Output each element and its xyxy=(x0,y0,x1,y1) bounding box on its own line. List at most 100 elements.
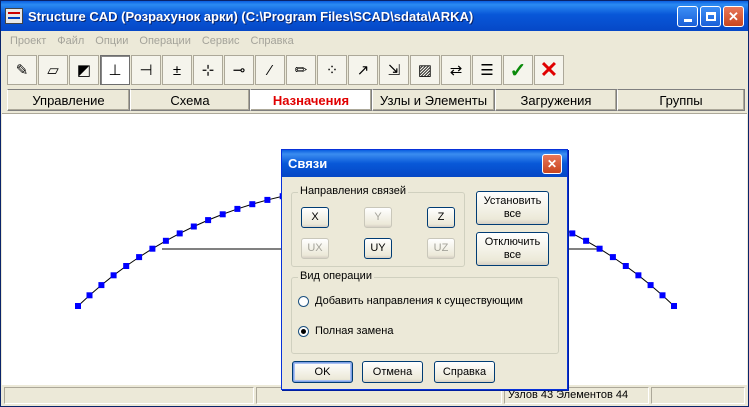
menu-project[interactable]: Проект xyxy=(5,35,52,47)
radio-add-label: Добавить направления к существующим xyxy=(315,295,523,307)
maximize-button[interactable] xyxy=(700,6,721,27)
tab-scheme[interactable]: Схема xyxy=(130,89,250,111)
list-icon: ☰ xyxy=(480,62,494,79)
magic-wand-icon: ⁄ xyxy=(268,61,272,79)
app-window: Structure CAD (Розрахунок арки) (C:\Prog… xyxy=(0,0,749,407)
node-marker[interactable] xyxy=(190,223,197,230)
ok-button[interactable]: OK xyxy=(292,361,353,383)
close-icon: ✕ xyxy=(728,8,739,24)
toolbar-button-10[interactable]: ✏ xyxy=(286,55,316,85)
minimize-button[interactable] xyxy=(677,6,698,27)
menu-options[interactable]: Опции xyxy=(90,35,134,47)
tab-groups[interactable]: Группы xyxy=(617,89,745,111)
node-marker[interactable] xyxy=(205,217,212,224)
toolbar-button-17[interactable]: ✓ xyxy=(503,55,533,85)
tab-control[interactable]: Управление xyxy=(7,89,130,111)
direction-uy-button[interactable]: UY xyxy=(364,238,392,259)
node-marker[interactable] xyxy=(671,303,677,309)
toolbar-button-11[interactable]: ⁘ xyxy=(317,55,347,85)
toolbar-button-13[interactable]: ⇲ xyxy=(379,55,409,85)
node-marker[interactable] xyxy=(86,292,93,299)
toolbar-button-8[interactable]: ⊸ xyxy=(224,55,254,85)
node-marker[interactable] xyxy=(622,263,629,269)
node-marker[interactable] xyxy=(176,230,183,237)
direction-z-button[interactable]: Z xyxy=(427,207,455,228)
joint-tool-icon: ⊣ xyxy=(139,62,153,79)
apply-check-icon: ✓ xyxy=(509,59,527,82)
toolbar-button-6[interactable]: ± xyxy=(162,55,192,85)
toolbar-button-18[interactable]: ✕ xyxy=(534,55,564,85)
node-marker[interactable] xyxy=(596,245,603,252)
clear-all-button[interactable]: Отключить все xyxy=(476,232,549,266)
radio-add-directions[interactable]: Добавить направления к существующим xyxy=(298,295,523,307)
node-marker[interactable] xyxy=(264,196,271,203)
cancel-x-icon: ✕ xyxy=(539,57,559,82)
toolbar-button-5[interactable]: ⊣ xyxy=(131,55,161,85)
radio-full-replace[interactable]: Полная замена xyxy=(298,325,393,337)
toolbar-button-3[interactable]: ◩ xyxy=(69,55,99,85)
node-marker[interactable] xyxy=(136,254,143,261)
toolbar-button-4[interactable]: ⊥ xyxy=(100,55,130,85)
color-fill-icon: ▨ xyxy=(417,62,433,79)
radio-add-indicator[interactable] xyxy=(298,295,309,307)
title-bar[interactable]: Structure CAD (Розрахунок арки) (C:\Prog… xyxy=(1,1,748,31)
close-button[interactable]: ✕ xyxy=(723,6,744,27)
status-cell-4 xyxy=(651,387,745,404)
direction-ux-button[interactable]: UX xyxy=(301,238,329,259)
node-marker[interactable] xyxy=(234,205,241,212)
app-icon[interactable] xyxy=(5,8,23,24)
radio-replace-indicator[interactable] xyxy=(298,325,309,337)
toolbar-button-16[interactable]: ☰ xyxy=(472,55,502,85)
operation-group: Вид операции xyxy=(291,270,559,354)
minimize-icon xyxy=(683,19,692,22)
node-marker[interactable] xyxy=(569,230,576,237)
toolbar-button-7[interactable]: ⊹ xyxy=(193,55,223,85)
toolbar-button-15[interactable]: ⇄ xyxy=(441,55,471,85)
pencil-tool-icon: ✎ xyxy=(15,62,29,79)
node-marker[interactable] xyxy=(659,292,666,299)
dialog-close-button[interactable]: ✕ xyxy=(542,154,562,174)
direction-y-button[interactable]: Y xyxy=(364,207,392,228)
node-marker[interactable] xyxy=(98,282,105,289)
toolbar-button-12[interactable]: ↗ xyxy=(348,55,378,85)
set-all-button[interactable]: Установить все xyxy=(476,191,549,225)
tab-loads[interactable]: Загружения xyxy=(495,89,617,111)
direction-uz-button[interactable]: UZ xyxy=(427,238,455,259)
release-icon: ⊸ xyxy=(232,62,246,79)
menu-service[interactable]: Сервис xyxy=(197,35,246,47)
toolbar-button-2[interactable]: ▱ xyxy=(38,55,68,85)
window-title: Structure CAD (Розрахунок арки) (C:\Prog… xyxy=(28,8,474,24)
help-button[interactable]: Справка xyxy=(434,361,495,383)
hinge-icon: ⊹ xyxy=(201,62,215,79)
node-marker[interactable] xyxy=(609,254,616,261)
edit-pencil-icon: ✏ xyxy=(294,62,308,79)
node-marker[interactable] xyxy=(75,303,81,309)
toolbar-button-14[interactable]: ▨ xyxy=(410,55,440,85)
dialog-title-bar[interactable]: Связи xyxy=(282,150,567,177)
close-icon: ✕ xyxy=(546,157,558,171)
node-marker[interactable] xyxy=(110,272,117,279)
toolbar-button-9[interactable]: ⁄ xyxy=(255,55,285,85)
insert-node-icon: ± xyxy=(172,61,182,79)
node-marker[interactable] xyxy=(219,211,226,218)
node-marker[interactable] xyxy=(583,237,590,244)
menu-help[interactable]: Справка xyxy=(246,35,300,47)
constraints-dialog: Связи ✕ Направления связей X Y Z UX UY U… xyxy=(281,149,568,390)
menu-file[interactable]: Файл xyxy=(52,35,90,47)
cancel-button[interactable]: Отмена xyxy=(362,361,423,383)
node-marker[interactable] xyxy=(149,245,156,252)
nodes-grid-icon: ⁘ xyxy=(325,62,339,79)
tab-assignments[interactable]: Назначения xyxy=(250,89,372,111)
local-axes-icon: ↗ xyxy=(356,62,370,79)
operation-group-label: Вид операции xyxy=(298,270,374,282)
node-marker[interactable] xyxy=(249,201,256,208)
node-marker[interactable] xyxy=(647,282,654,289)
rigid-insert-icon: ⇄ xyxy=(449,62,463,79)
node-marker[interactable] xyxy=(162,237,169,244)
node-marker[interactable] xyxy=(635,272,642,279)
menu-operations[interactable]: Операции xyxy=(134,35,196,47)
direction-x-button[interactable]: X xyxy=(301,207,329,228)
toolbar-button-1[interactable]: ✎ xyxy=(7,55,37,85)
node-marker[interactable] xyxy=(123,263,130,269)
tab-nodes-elements[interactable]: Узлы и Элементы xyxy=(372,89,495,111)
